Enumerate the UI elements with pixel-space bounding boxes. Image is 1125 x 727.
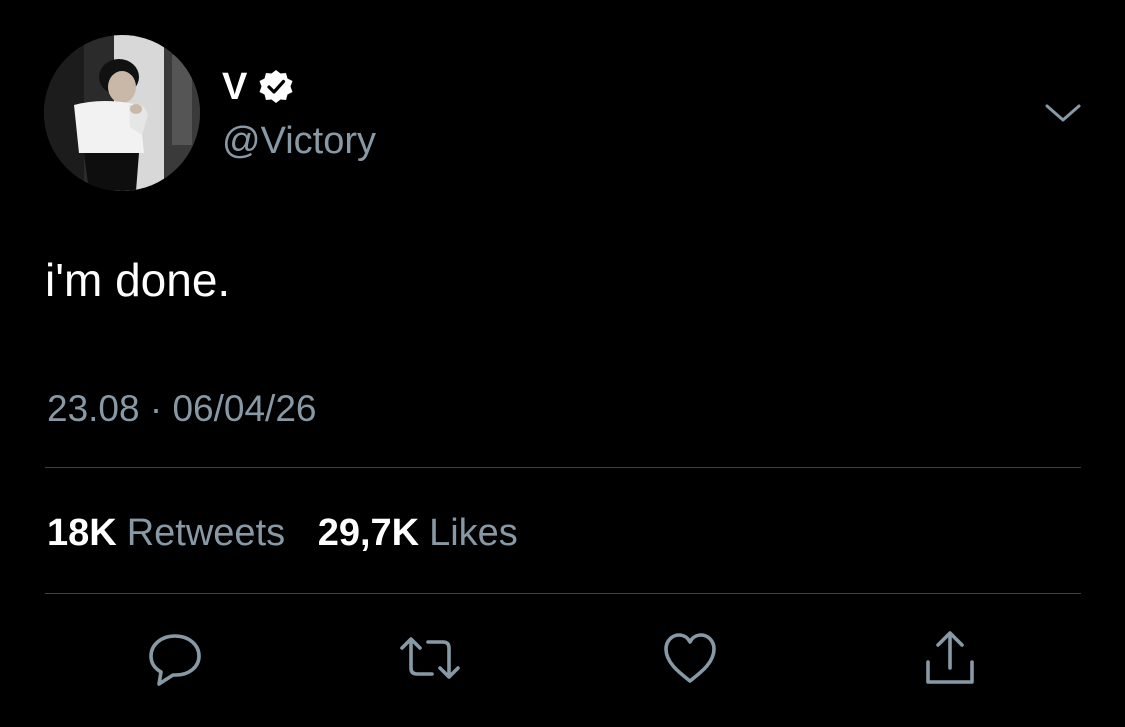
avatar-photo [44,35,200,191]
speech-bubble-icon [149,634,201,686]
display-name[interactable]: V [222,62,247,112]
avatar[interactable] [44,35,200,191]
heart-icon [664,633,716,683]
share-button[interactable] [918,628,982,688]
likes-count: 29,7K [317,512,420,554]
retweets-stat[interactable]: 18K Retweets [47,508,285,558]
share-upload-icon [926,631,974,684]
verified-badge-icon [257,68,295,106]
reply-button[interactable] [143,628,207,688]
likes-label: Likes [429,512,518,554]
divider [45,467,1081,468]
author-row[interactable]: V [222,62,295,112]
chevron-down-icon[interactable] [1043,98,1083,128]
engagement-stats: 18K Retweets 29,7K Likes [47,508,518,558]
tweet-text: i'm done. [45,254,231,306]
tweet-timestamp[interactable]: 23.08 · 06/04/26 [47,385,317,433]
divider [45,593,1081,594]
retweets-label: Retweets [126,512,286,554]
likes-stat[interactable]: 29,7K Likes [318,508,518,558]
user-handle[interactable]: @Victory [222,116,376,166]
retweets-count: 18K [47,512,117,554]
tweet-card: V @Victory i'm done. 23.08 · 06/04/26 18… [0,0,1125,727]
retweet-button[interactable] [398,628,462,688]
like-button[interactable] [658,628,722,688]
retweet-arrows-icon [400,637,460,679]
